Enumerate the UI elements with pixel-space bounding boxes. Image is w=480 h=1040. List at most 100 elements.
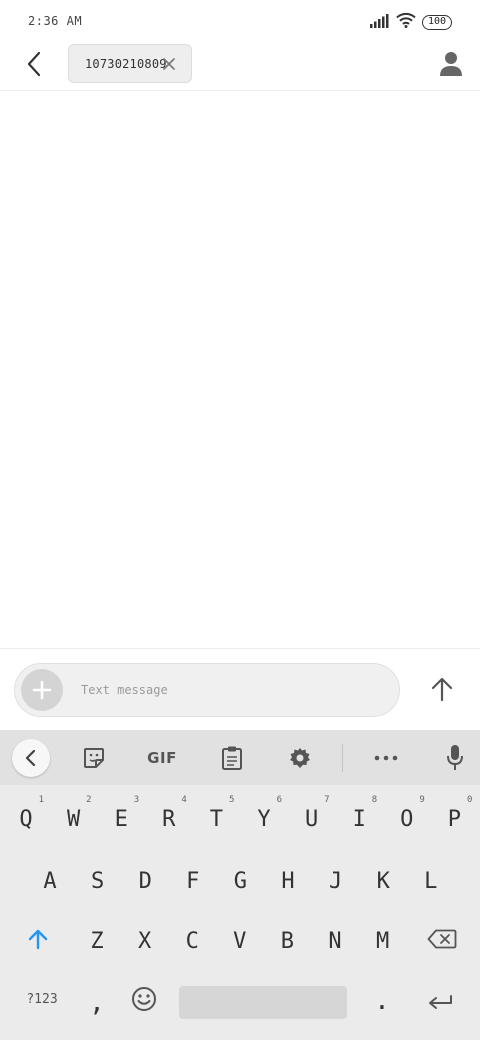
- key-symbols[interactable]: ?123: [20, 974, 64, 1024]
- key-label: V: [233, 928, 247, 954]
- key-label: H: [281, 868, 295, 894]
- key-z[interactable]: Z: [77, 916, 117, 966]
- more-dots-icon[interactable]: [372, 744, 400, 772]
- sticker-icon[interactable]: [80, 744, 108, 772]
- key-number-hint: 1: [38, 795, 44, 805]
- key-label: Q: [19, 806, 33, 832]
- key-w[interactable]: W2: [54, 794, 94, 844]
- key-label: Y: [257, 806, 271, 832]
- key-label: P: [447, 806, 462, 832]
- toolbar-back-button[interactable]: [12, 739, 50, 777]
- key-label: C: [185, 928, 199, 954]
- key-p[interactable]: P0: [434, 794, 474, 844]
- key-b[interactable]: B: [267, 916, 307, 966]
- emoji-icon: [132, 987, 156, 1011]
- arrow-up-icon: [431, 677, 453, 702]
- close-icon[interactable]: [161, 56, 177, 72]
- key-k[interactable]: K: [363, 856, 403, 906]
- key-label: J: [328, 868, 343, 894]
- key-label: N: [328, 928, 342, 954]
- key-c[interactable]: C: [172, 916, 212, 966]
- battery-icon: 100: [422, 14, 452, 30]
- gif-button[interactable]: GIF: [146, 744, 178, 772]
- mic-icon[interactable]: [442, 744, 468, 772]
- toolbar-divider: [342, 744, 343, 772]
- key-label: S: [90, 868, 105, 894]
- key-l[interactable]: L: [411, 856, 451, 906]
- backspace-icon: [427, 929, 457, 949]
- clipboard-icon[interactable]: [218, 744, 246, 772]
- key-label: T: [209, 806, 224, 832]
- person-icon: [440, 52, 462, 76]
- key-g[interactable]: G: [220, 856, 260, 906]
- enter-key[interactable]: [420, 978, 460, 1028]
- attach-button[interactable]: [21, 669, 63, 711]
- status-time: 2:36 AM: [28, 14, 83, 28]
- message-list[interactable]: [0, 92, 480, 648]
- key-label: I: [352, 806, 366, 832]
- key-number-hint: 2: [86, 795, 92, 805]
- key-y[interactable]: Y6: [244, 794, 284, 844]
- keyboard-toolbar: GIF: [0, 730, 480, 785]
- key-f[interactable]: F: [173, 856, 213, 906]
- key-q[interactable]: Q1: [6, 794, 46, 844]
- key-u[interactable]: U7: [292, 794, 332, 844]
- key-label: Z: [90, 928, 104, 954]
- key-r[interactable]: R4: [149, 794, 189, 844]
- message-input[interactable]: [81, 678, 381, 702]
- compose-bar: [0, 648, 480, 730]
- key-o[interactable]: O9: [387, 794, 427, 844]
- key-a[interactable]: A: [30, 856, 70, 906]
- emoji-key[interactable]: [124, 974, 164, 1024]
- key-m[interactable]: M: [363, 916, 403, 966]
- key-d[interactable]: D: [125, 856, 165, 906]
- key-label: A: [43, 868, 57, 894]
- key-h[interactable]: H: [268, 856, 308, 906]
- status-bar: 2:36 AM 100: [0, 0, 480, 44]
- key-number-hint: 5: [228, 795, 235, 805]
- compose-field-container: [14, 663, 400, 717]
- shift-key[interactable]: [18, 914, 58, 964]
- plus-icon: [32, 680, 52, 700]
- contact-button[interactable]: [436, 49, 466, 79]
- key-label: D: [138, 868, 152, 894]
- back-button[interactable]: [18, 46, 50, 82]
- recipient-number: 10730210809: [85, 56, 167, 71]
- signal-icon: [370, 13, 390, 32]
- recipient-chip[interactable]: 10730210809: [68, 44, 192, 83]
- key-number-hint: 7: [324, 795, 330, 805]
- key-label: M: [375, 928, 390, 954]
- key-j[interactable]: J: [316, 856, 356, 906]
- key-label: E: [114, 806, 128, 832]
- key-s[interactable]: S: [78, 856, 118, 906]
- key-label: O: [400, 806, 414, 832]
- gear-icon[interactable]: [286, 744, 314, 772]
- key-label: X: [137, 928, 152, 954]
- key-label: U: [304, 806, 319, 832]
- key-comma[interactable]: ,: [77, 978, 117, 1028]
- back-arrow-icon: [27, 51, 41, 77]
- key-label: F: [186, 868, 200, 894]
- spacebar[interactable]: [179, 986, 347, 1019]
- key-number-hint: 0: [466, 795, 473, 805]
- key-e[interactable]: E3: [101, 794, 141, 844]
- key-t[interactable]: T5: [196, 794, 236, 844]
- key-number-hint: 9: [419, 795, 425, 805]
- send-button[interactable]: [426, 673, 458, 705]
- status-icons: 100: [370, 12, 452, 32]
- key-number-hint: 4: [181, 795, 187, 805]
- conversation-header: 10730210809: [0, 44, 480, 91]
- keyboard: G I F ?123 , . Q 1 W 2 E 3 R 4 T 5 Y 6 U 7…: [0, 730, 480, 1040]
- key-n[interactable]: N: [315, 916, 355, 966]
- wifi-icon: [396, 12, 416, 32]
- backspace-key[interactable]: [422, 914, 462, 964]
- key-label: G: [233, 868, 248, 894]
- key-label: B: [280, 928, 295, 954]
- key-label: K: [376, 868, 390, 894]
- key-v[interactable]: V: [220, 916, 260, 966]
- key-i[interactable]: I8: [339, 794, 379, 844]
- key-period[interactable]: .: [362, 976, 402, 1026]
- key-label: R: [162, 806, 176, 832]
- key-number-hint: 3: [133, 795, 140, 805]
- key-x[interactable]: X: [125, 916, 165, 966]
